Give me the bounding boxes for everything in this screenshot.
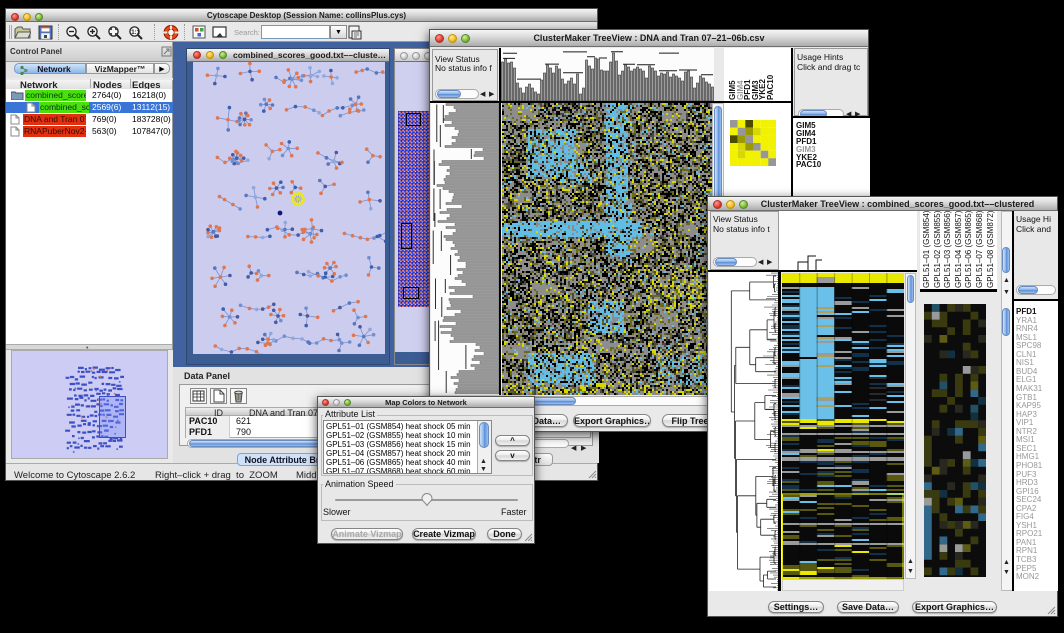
svg-text:1:1: 1:1 xyxy=(131,30,140,36)
